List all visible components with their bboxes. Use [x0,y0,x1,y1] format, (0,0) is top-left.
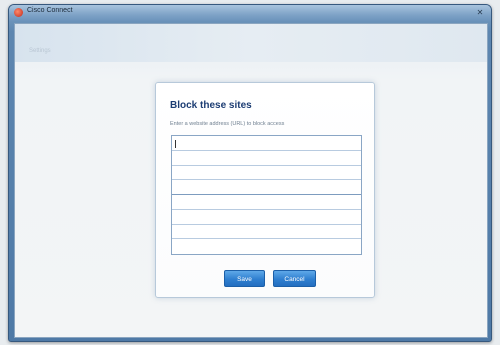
blocked-sites-list [171,135,362,259]
site-row [172,224,361,244]
site-row [172,180,361,200]
header-bar: Settings [15,24,487,62]
header-label: Settings [29,48,51,54]
site-row [172,136,361,155]
site-row [172,165,361,185]
site-url-input[interactable] [172,141,361,155]
site-row [172,239,361,259]
site-row [172,209,361,229]
site-url-input[interactable] [172,243,361,259]
cisco-app-icon [14,8,23,17]
cancel-button[interactable]: Cancel [273,270,316,287]
close-button[interactable]: ✕ [474,7,486,18]
dialog-instruction: Enter a website address (URL) to block a… [170,121,285,127]
title-bar[interactable]: Cisco Connect ✕ [9,5,491,21]
app-window: Cisco Connect ✕ Settings Block these sit… [8,4,492,342]
save-button[interactable]: Save [224,270,265,287]
text-caret [175,140,176,148]
block-sites-dialog: Block these sites Enter a website addres… [155,82,375,298]
client-area: Settings Block these sites Enter a websi… [14,23,488,338]
window-title: Cisco Connect [27,7,73,14]
dialog-title: Block these sites [170,100,252,111]
site-row [172,195,361,214]
